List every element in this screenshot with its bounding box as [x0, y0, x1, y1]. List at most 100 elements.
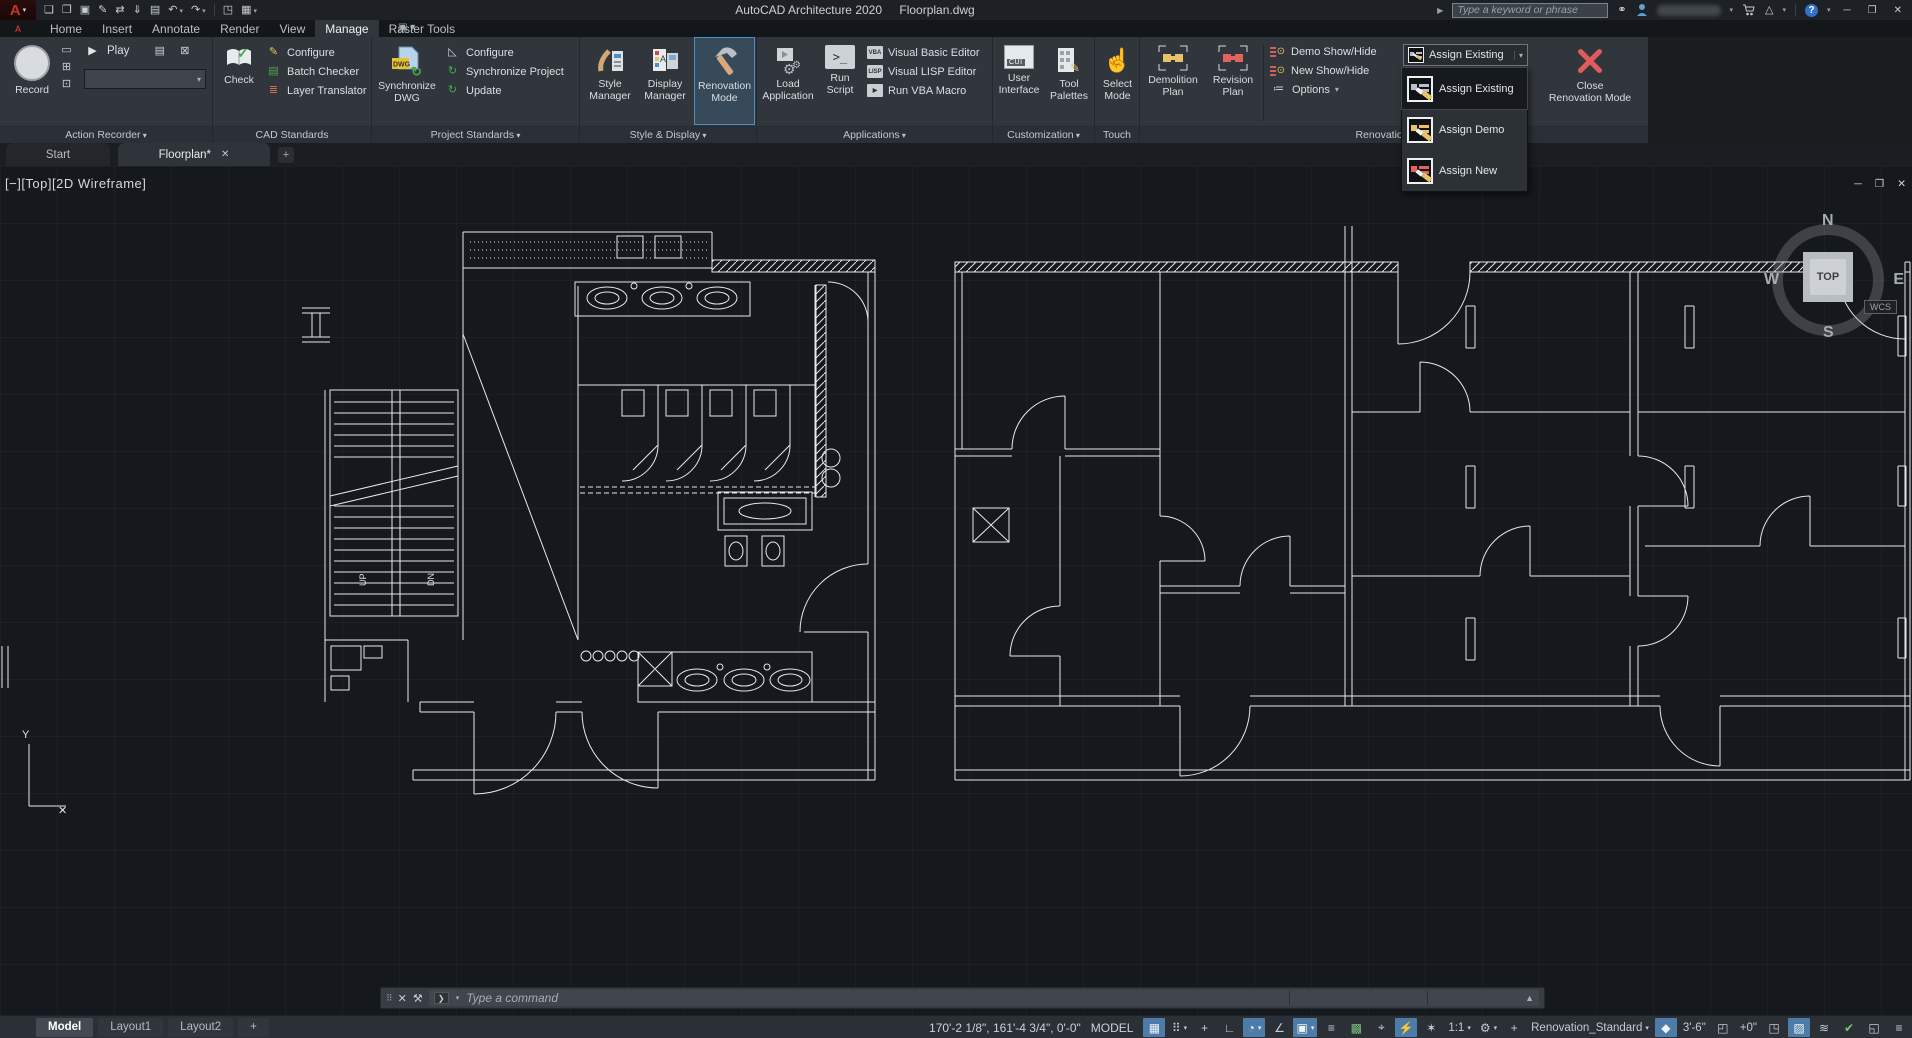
viewcube[interactable]: N W E S TOP	[1758, 208, 1906, 356]
ribbon-tab-raster-tools[interactable]: Raster Tools	[379, 20, 465, 37]
elevation-value[interactable]: 3'-6"	[1680, 1018, 1709, 1037]
save-icon[interactable]: ▣	[80, 5, 90, 16]
undo-icon[interactable]: ↶	[168, 5, 183, 16]
osnap-tracking-icon[interactable]: ∠	[1268, 1018, 1290, 1037]
ribbon-tab-annotate[interactable]: Annotate	[142, 20, 210, 37]
options-button[interactable]: ≔Options▾	[1270, 80, 1377, 99]
assign-menu-item-assign-existing[interactable]: Assign Existing	[1402, 68, 1527, 109]
panel-label-applications[interactable]: Applications	[757, 126, 992, 143]
panel-label-renovation-plan[interactable]: Renovation Plan	[1140, 126, 1648, 143]
save-as-icon[interactable]: ✎	[98, 5, 107, 16]
command-history-arrow-icon[interactable]: ▲	[1525, 993, 1534, 1003]
assign-menu-item-assign-new[interactable]: Assign New	[1402, 150, 1527, 191]
command-caret-icon[interactable]: ▾	[456, 994, 460, 1002]
compass-west[interactable]: W	[1764, 271, 1779, 289]
tab-close-icon[interactable]: ✕	[221, 149, 229, 160]
command-customize-wrench-icon[interactable]: ⚒	[413, 992, 423, 1005]
units-check-icon[interactable]: ✔	[1838, 1018, 1860, 1037]
etransmit-icon[interactable]: ⇄	[115, 5, 124, 16]
command-grip-handle[interactable]: ⠿	[386, 993, 392, 1004]
style-manager-button[interactable]: StyleManager	[582, 37, 638, 125]
qat-menu-icon[interactable]: ▦	[241, 5, 257, 16]
demo-show-hide-button[interactable]: ⊙Demo Show/Hide	[1270, 42, 1377, 61]
snap-icon[interactable]: ⠿	[1168, 1018, 1190, 1037]
clean-screen-icon[interactable]: ◱	[1863, 1018, 1885, 1037]
update-standards-button[interactable]: ↻Update	[444, 81, 564, 100]
account-caret-icon[interactable]: ▾	[1730, 6, 1734, 14]
assign-menu-item-assign-demo[interactable]: Assign Demo	[1402, 109, 1527, 150]
floorplan-drawing[interactable]: Y ✕ UP DN	[0, 166, 1912, 1015]
synchronize-dwg-button[interactable]: DWG↻ SynchronizeDWG	[376, 37, 438, 125]
check-standards-button[interactable]: ✓ Check	[215, 37, 263, 125]
run-script-button[interactable]: >_ RunScript	[817, 37, 863, 125]
demolition-plan-button[interactable]: DemolitionPlan	[1142, 37, 1204, 125]
compass-north[interactable]: N	[1822, 212, 1834, 230]
file-tab-start[interactable]: Start	[6, 143, 110, 166]
infer-constraints-icon[interactable]: +	[1193, 1018, 1215, 1037]
workspace-icon[interactable]: ⚙	[1477, 1018, 1500, 1037]
minimize-button[interactable]: ─	[1840, 5, 1855, 16]
new-layout-tab[interactable]: +	[238, 1018, 269, 1037]
ribbon-tab-view[interactable]: View	[269, 20, 315, 37]
layer-translator-button[interactable]: ≣Layer Translator	[265, 81, 366, 100]
annotation-monitor-icon[interactable]: +	[1503, 1018, 1525, 1037]
load-application-button[interactable]: ⚙⚙ LoadApplication	[759, 37, 817, 125]
restore-button[interactable]: ❐	[1864, 5, 1881, 16]
panel-label-cad-standards[interactable]: CAD Standards	[213, 126, 371, 143]
app-logo-small[interactable]: A	[0, 20, 36, 37]
synchronize-project-button[interactable]: ↻Synchronize Project	[444, 62, 564, 81]
hatch-background-icon[interactable]: ▨	[1788, 1018, 1810, 1037]
configure-project-button[interactable]: ◺Configure	[444, 43, 564, 62]
layout-tab-model[interactable]: Model	[36, 1018, 93, 1037]
annotation-visibility-icon[interactable]: ⚡	[1395, 1018, 1417, 1037]
customization-menu-icon[interactable]: ≡	[1888, 1018, 1910, 1037]
grid-icon[interactable]: ▦	[1143, 1018, 1165, 1037]
open-folder-icon[interactable]: ❐	[62, 5, 72, 16]
close-renovation-mode-button[interactable]: CloseRenovation Mode	[1534, 37, 1646, 125]
username-blurred[interactable]	[1657, 5, 1721, 16]
visual-basic-editor-button[interactable]: VBAVisual Basic Editor	[867, 43, 980, 62]
polar-tracking-icon[interactable]: ◔	[1243, 1018, 1265, 1037]
annotation-scale[interactable]: 1:1	[1445, 1018, 1474, 1037]
isolate-objects-icon[interactable]: ◳	[1763, 1018, 1785, 1037]
transparency-icon[interactable]: ▩	[1345, 1018, 1367, 1037]
apps-caret-icon[interactable]: ▾	[1783, 6, 1787, 14]
lineweight-icon[interactable]: ≡	[1320, 1018, 1342, 1037]
object-snap-icon[interactable]: ▣	[1293, 1018, 1317, 1037]
autodesk-app-icon[interactable]: △	[1765, 5, 1773, 16]
ortho-icon[interactable]: ∟	[1218, 1018, 1240, 1037]
action-macro-combobox[interactable]: ▾	[84, 69, 206, 89]
graphics-performance-icon[interactable]: ≋	[1813, 1018, 1835, 1037]
z-offset-value[interactable]: +0"	[1737, 1018, 1760, 1037]
redo-icon[interactable]: ↷	[191, 5, 206, 16]
insert-message-icon[interactable]: ⊡	[58, 79, 75, 90]
app-logo[interactable]: A▾	[0, 0, 36, 20]
play-label[interactable]: Play	[107, 45, 129, 57]
compass-east[interactable]: E	[1893, 271, 1904, 289]
preference-icon[interactable]: ⊠	[176, 46, 193, 57]
new-show-hide-button[interactable]: ⊙New Show/Hide	[1270, 61, 1377, 80]
edit-action-icon[interactable]: ▤	[151, 46, 168, 57]
select-mode-button[interactable]: ☝ SelectMode	[1095, 37, 1140, 125]
help-caret-icon[interactable]: ▾	[1827, 6, 1831, 14]
search-input[interactable]	[1452, 3, 1608, 18]
run-vba-macro-button[interactable]: ▶Run VBA Macro	[867, 81, 980, 100]
tool-palettes-button[interactable]: ✎ ToolPalettes	[1045, 37, 1093, 125]
model-space-label[interactable]: MODEL	[1091, 1021, 1134, 1035]
drawing-canvas[interactable]: [−][Top][2D Wireframe] ─ ❐ ✕	[0, 166, 1912, 1015]
command-close-icon[interactable]: ✕	[398, 992, 407, 1005]
visual-lisp-editor-button[interactable]: LISPVisual LISP Editor	[867, 62, 980, 81]
command-prompt-icon[interactable]: ❯	[434, 992, 449, 1004]
layout-tab-layout1[interactable]: Layout1	[98, 1018, 163, 1037]
help-icon[interactable]: ?	[1805, 4, 1818, 17]
ribbon-tab-home[interactable]: Home	[40, 20, 92, 37]
file-tab-floorplan[interactable]: Floorplan* ✕	[118, 143, 270, 166]
user-interface-button[interactable]: CUI UserInterface	[993, 37, 1045, 125]
play-icon[interactable]: ▶	[84, 46, 101, 57]
plot-icon[interactable]: ▤	[150, 5, 160, 16]
assign-caret-icon[interactable]: ▾	[1514, 51, 1523, 60]
layer-key-icon[interactable]: ◆	[1655, 1018, 1677, 1037]
cut-plane-icon[interactable]: ◰	[1712, 1018, 1734, 1037]
add-action-icon[interactable]: ⊞	[58, 62, 75, 73]
import-icon[interactable]: ⇓	[133, 5, 142, 16]
